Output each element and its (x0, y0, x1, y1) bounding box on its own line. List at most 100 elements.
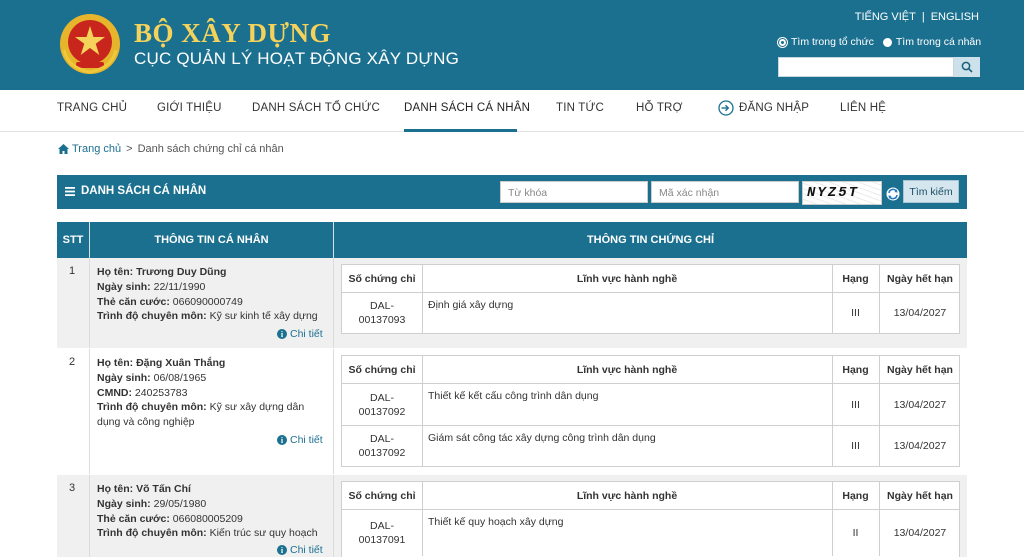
edu-label: Trình độ chuyên môn: (97, 527, 207, 540)
dob-label: Ngày sinh: (97, 280, 151, 293)
edu-label: Trình độ chuyên môn: (97, 401, 207, 414)
cert-field: Giám sát công tác xây dựng công trình dâ… (428, 432, 656, 444)
id-label: Thẻ căn cước: (97, 512, 170, 525)
info-icon: i (277, 435, 287, 445)
col-divider (832, 426, 833, 466)
national-emblem-icon[interactable] (58, 12, 122, 76)
cert-no: DAL-00137093 (358, 300, 406, 326)
cert-col-rank: Hạng (842, 363, 869, 376)
col-divider (422, 384, 423, 425)
table-header: STT THÔNG TIN CÁ NHÂN THÔNG TIN CHỨNG CH… (57, 222, 967, 258)
cert-no: DAL-00137092 (358, 391, 406, 418)
site-header: BỘ XÂY DỰNG CỤC QUẢN LÝ HOẠT ĐỘNG XÂY DỰ… (0, 0, 1024, 90)
cert-expiry: 13/04/2027 (893, 440, 947, 452)
col-divider (879, 293, 880, 333)
row-stt: 2 (69, 356, 76, 368)
table-row: 2 Họ tên: Đặng Xuân Thắng Ngày sinh: 06/… (57, 349, 967, 474)
menu-icon (65, 186, 75, 196)
nav-individuals[interactable]: DANH SÁCH CÁ NHÂN (404, 102, 530, 114)
nav-login[interactable]: ĐĂNG NHẬP (718, 100, 809, 116)
col-divider (832, 384, 833, 425)
col-divider (879, 482, 880, 509)
col-divider (832, 510, 833, 556)
cert-col-no: Số chứng chỉ (348, 489, 416, 502)
col-divider (832, 293, 833, 333)
radio-person-label: Tìm trong cá nhân (895, 36, 982, 48)
cert-row: DAL-00137092 Giám sát công tác xây dựng … (342, 426, 959, 466)
cert-rank: II (852, 527, 859, 539)
breadcrumb: Trang chủ > Danh sách chứng chỉ cá nhân (58, 143, 284, 155)
radio-org-label: Tìm trong tổ chức (791, 36, 874, 48)
cert-col-rank: Hạng (842, 272, 869, 285)
cert-row: DAL-00137093 Định giá xây dựng III 13/04… (342, 293, 959, 333)
refresh-icon[interactable] (886, 187, 900, 201)
col-divider (422, 293, 423, 333)
radio-search-organization[interactable]: Tìm trong tổ chức (778, 36, 874, 48)
col-divider (879, 384, 880, 425)
captcha-image: NYZ5T (802, 181, 882, 205)
radio-search-person[interactable]: Tìm trong cá nhân (882, 36, 982, 48)
cert-expiry: 13/04/2027 (893, 398, 947, 411)
breadcrumb-home[interactable]: Trang chủ (58, 143, 121, 155)
cert-row: DAL-00137091 Thiết kế quy hoạch xây dựng… (342, 510, 959, 556)
table-row: 1 Họ tên: Trương Duy Dũng Ngày sinh: 22/… (57, 258, 967, 348)
lang-english-link[interactable]: ENGLISH (931, 11, 979, 23)
site-subtitle: CỤC QUẢN LÝ HOẠT ĐỘNG XÂY DỰNG (134, 49, 459, 68)
col-divider (879, 356, 880, 383)
person-edu: Kiến trúc sư quy hoạch (209, 527, 318, 540)
dob-label: Ngày sinh: (97, 371, 151, 384)
cert-no: DAL-00137092 (358, 433, 406, 459)
col-divider (832, 265, 833, 292)
header-search-button[interactable] (954, 57, 980, 77)
nav-news[interactable]: TIN TỨC (556, 102, 604, 114)
list-title-text: DANH SÁCH CÁ NHÂN (81, 185, 207, 197)
search-button[interactable]: Tìm kiếm (903, 180, 959, 203)
edu-label: Trình độ chuyên môn: (97, 310, 207, 323)
detail-link-label: Chi tiết (290, 544, 323, 556)
th-stt: STT (62, 234, 84, 246)
lang-separator: | (921, 11, 925, 23)
captcha-input[interactable]: Mã xác nhận (651, 181, 799, 203)
th-personal-info: THÔNG TIN CÁ NHÂN (154, 234, 269, 246)
cert-col-expiry: Ngày hết hạn (887, 272, 953, 285)
breadcrumb-separator: > (126, 143, 133, 155)
cert-rank: III (851, 440, 860, 452)
col-divider (879, 265, 880, 292)
col-divider (422, 356, 423, 383)
person-name: Võ Tấn Chí (136, 483, 191, 495)
header-search-input[interactable] (778, 57, 954, 77)
cert-table-header: Số chứng chỉ Lĩnh vực hành nghề Hạng Ngà… (342, 265, 959, 293)
cert-field: Thiết kế kết cấu công trình dân dụng (428, 390, 599, 402)
keyword-input[interactable]: Từ khóa (500, 181, 648, 203)
lang-vietnamese-link[interactable]: TIẾNG VIỆT (855, 11, 916, 23)
col-divider (832, 356, 833, 383)
nav-about[interactable]: GIỚI THIỆU (157, 102, 222, 114)
person-dob: 06/08/1965 (153, 371, 207, 384)
cert-table-header: Số chứng chỉ Lĩnh vực hành nghề Hạng Ngà… (342, 482, 959, 510)
list-title: DANH SÁCH CÁ NHÂN (65, 185, 206, 197)
cert-col-no: Số chứng chỉ (348, 272, 416, 285)
col-divider (879, 510, 880, 556)
person-info: Họ tên: Võ Tấn Chí Ngày sinh: 29/05/1980… (97, 482, 329, 541)
cert-rank: III (851, 307, 860, 319)
language-switcher: TIẾNG VIỆT | ENGLISH (855, 11, 979, 23)
cell-divider (333, 349, 334, 474)
info-icon: i (277, 329, 287, 339)
cert-expiry: 13/04/2027 (893, 307, 947, 319)
cell-divider (89, 349, 90, 474)
cert-col-field: Lĩnh vực hành nghề (576, 363, 678, 376)
nav-contact[interactable]: LIÊN HỆ (840, 102, 886, 114)
cert-table: Số chứng chỉ Lĩnh vực hành nghề Hạng Ngà… (341, 355, 960, 467)
cert-table-header: Số chứng chỉ Lĩnh vực hành nghề Hạng Ngà… (342, 356, 959, 384)
nav-home[interactable]: TRANG CHỦ (57, 102, 127, 114)
nav-support[interactable]: HỖ TRỢ (636, 102, 683, 114)
person-dob: 29/05/1980 (153, 497, 207, 510)
breadcrumb-home-label: Trang chủ (72, 143, 122, 155)
cell-divider (89, 475, 90, 557)
person-id: 240253783 (134, 386, 188, 399)
nav-organizations[interactable]: DANH SÁCH TỔ CHỨC (252, 102, 380, 114)
cert-table: Số chứng chỉ Lĩnh vực hành nghề Hạng Ngà… (341, 264, 960, 334)
th-cert-info: THÔNG TIN CHỨNG CHỈ (586, 234, 715, 246)
home-icon (58, 144, 69, 154)
person-name: Trương Duy Dũng (136, 266, 227, 278)
